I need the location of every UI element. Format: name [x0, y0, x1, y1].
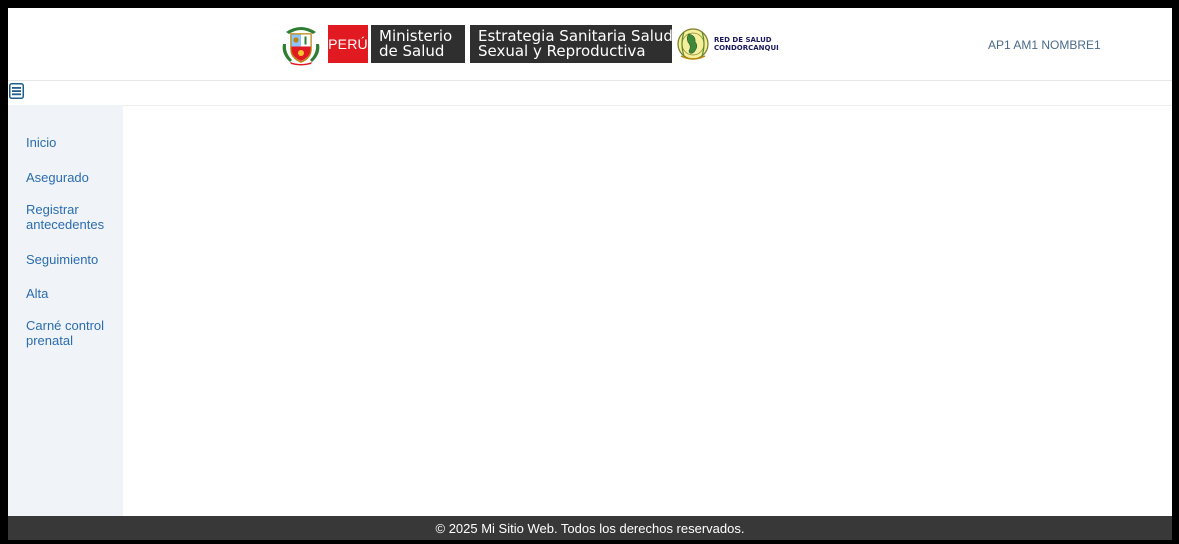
peru-coat-of-arms-icon [280, 22, 322, 66]
toolbar [8, 81, 1172, 105]
peru-label: PERÚ [328, 25, 368, 63]
sidebar-item-alta[interactable]: Alta [26, 286, 118, 301]
footer-copyright: © 2025 Mi Sitio Web. Todos los derechos … [435, 520, 745, 536]
user-name[interactable]: AP1 AM1 NOMBRE1 [988, 38, 1101, 52]
red-line2: CONDORCANQUI [714, 44, 779, 52]
estrategia-line2: Sexual y Reproductiva [478, 42, 646, 60]
footer: © 2025 Mi Sitio Web. Todos los derechos … [8, 516, 1172, 540]
sidebar: Inicio Asegurado Registrar antecedentes … [8, 105, 123, 516]
sidebar-item-carne-control-prenatal[interactable]: Carné control prenatal [26, 318, 118, 348]
ministerio-de-salud-label: Ministerio de Salud [371, 25, 465, 63]
sidebar-item-asegurado[interactable]: Asegurado [26, 170, 118, 185]
hamburger-menu-icon[interactable] [9, 83, 24, 99]
estrategia-label: Estrategia Sanitaria Salud Sexual y Repr… [470, 25, 673, 63]
header: PERÚ Ministerio de Salud Estrategia Sani… [8, 8, 1172, 81]
app-window: PERÚ Ministerio de Salud Estrategia Sani… [8, 8, 1172, 540]
red-de-salud-logo-icon [676, 22, 710, 66]
sidebar-item-registrar-antecedentes[interactable]: Registrar antecedentes [26, 202, 118, 232]
red-de-salud-label: RED DE SALUD CONDORCANQUI [714, 36, 779, 52]
main-content [123, 105, 1172, 516]
red-line1: RED DE SALUD [714, 36, 772, 44]
ministerio-line2: de Salud [379, 42, 445, 60]
sidebar-item-inicio[interactable]: Inicio [26, 135, 118, 150]
institution-logos: PERÚ Ministerio de Salud Estrategia Sani… [280, 22, 779, 66]
sidebar-item-seguimiento[interactable]: Seguimiento [26, 252, 118, 267]
